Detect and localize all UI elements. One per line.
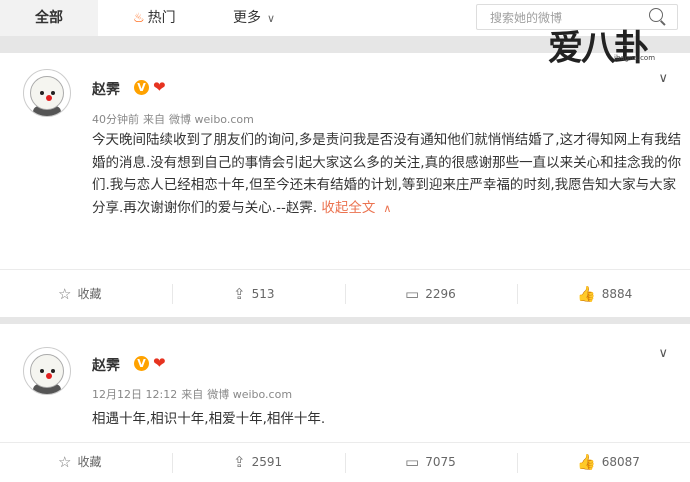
verified-icon: V: [134, 356, 149, 371]
favorite-label: 收藏: [77, 287, 102, 301]
tab-all[interactable]: 全部: [0, 0, 98, 36]
comment-icon: ▭: [405, 453, 420, 471]
favorite-button[interactable]: ☆ 收藏: [58, 443, 101, 482]
avatar[interactable]: [23, 347, 71, 395]
post-text: 今天晚间陆续收到了朋友们的询问,多是责问我是否没有通知他们就悄悄结婚了,这才得知…: [92, 129, 682, 220]
avatar[interactable]: [23, 69, 71, 117]
author-name[interactable]: 赵霁: [92, 355, 120, 375]
post-source[interactable]: 微博 weibo.com: [207, 388, 292, 401]
favorite-button[interactable]: ☆ 收藏: [58, 270, 101, 318]
divider: [517, 284, 518, 304]
watermark-logo: 爱八卦 ibagua.com: [548, 20, 690, 70]
repost-icon: ⇪: [233, 285, 246, 303]
action-bar: ☆ 收藏 ⇪ 513 ▭ 2296 👍 8884: [0, 269, 690, 318]
divider: [345, 453, 346, 473]
comment-button[interactable]: ▭ 2296: [405, 270, 456, 318]
author-name[interactable]: 赵霁: [92, 79, 120, 99]
heart-badge-icon: ❤: [153, 354, 166, 372]
post-card: 赵霁 V ❤ ∨ 12月12日 12:12 来自 微博 weibo.com 相遇十年…: [0, 324, 690, 442]
tab-hot[interactable]: ♨ 热门: [133, 0, 176, 36]
divider: [345, 284, 346, 304]
star-icon: ☆: [58, 453, 72, 471]
divider: [172, 453, 173, 473]
post-from: 来自: [181, 388, 204, 401]
like-count: 68087: [601, 455, 640, 469]
like-count: 8884: [601, 287, 633, 301]
chevron-down-icon[interactable]: ∨: [658, 346, 668, 361]
post-meta: 12月12日 12:12 来自 微博 weibo.com: [92, 386, 296, 402]
thumbs-up-icon: 👍: [577, 453, 596, 471]
post-time[interactable]: 12月12日 12:12: [92, 388, 177, 401]
like-button[interactable]: 👍 68087: [577, 443, 640, 482]
flame-icon: ♨: [133, 11, 145, 26]
separator: [0, 317, 690, 324]
like-button[interactable]: 👍 8884: [577, 270, 632, 318]
chevron-up-icon[interactable]: ∧: [383, 202, 391, 215]
comment-count: 7075: [425, 455, 456, 469]
tab-all-label: 全部: [35, 10, 63, 26]
chevron-down-icon: ∨: [267, 12, 276, 25]
watermark-domain: ibagua.com: [614, 54, 656, 62]
tab-more[interactable]: 更多 ∨: [233, 0, 275, 36]
comment-button[interactable]: ▭ 7075: [405, 443, 456, 482]
post-time[interactable]: 40分钟前: [92, 113, 139, 126]
tab-more-label: 更多: [233, 10, 261, 26]
comment-icon: ▭: [405, 285, 420, 303]
post-body: 相遇十年,相识十年,相爱十年,相伴十年.: [92, 411, 326, 427]
comment-count: 2296: [425, 287, 456, 301]
repost-icon: ⇪: [233, 453, 246, 471]
post-source[interactable]: 微博 weibo.com: [169, 113, 254, 126]
post-meta: 40分钟前 来自 微博 weibo.com: [92, 111, 258, 127]
repost-button[interactable]: ⇪ 513: [233, 270, 274, 318]
post-card: 赵霁 V ❤ ∨ 40分钟前 来自 微博 weibo.com 今天晚间陆续收到了朋友…: [0, 53, 690, 269]
verified-icon: V: [134, 80, 149, 95]
favorite-label: 收藏: [77, 455, 102, 469]
star-icon: ☆: [58, 285, 72, 303]
action-bar: ☆ 收藏 ⇪ 2591 ▭ 7075 👍 68087: [0, 442, 690, 482]
repost-count: 2591: [251, 455, 283, 469]
repost-button[interactable]: ⇪ 2591: [233, 443, 282, 482]
watermark-text: 爱八卦: [548, 28, 649, 69]
post-from: 来自: [143, 113, 165, 126]
tab-hot-label: 热门: [147, 10, 176, 26]
collapse-link[interactable]: 收起全文: [321, 200, 375, 216]
post-text: 相遇十年,相识十年,相爱十年,相伴十年.: [92, 408, 682, 431]
chevron-down-icon[interactable]: ∨: [658, 71, 668, 86]
thumbs-up-icon: 👍: [577, 285, 596, 303]
heart-badge-icon: ❤: [153, 78, 166, 96]
divider: [172, 284, 173, 304]
repost-count: 513: [251, 287, 275, 301]
divider: [517, 453, 518, 473]
